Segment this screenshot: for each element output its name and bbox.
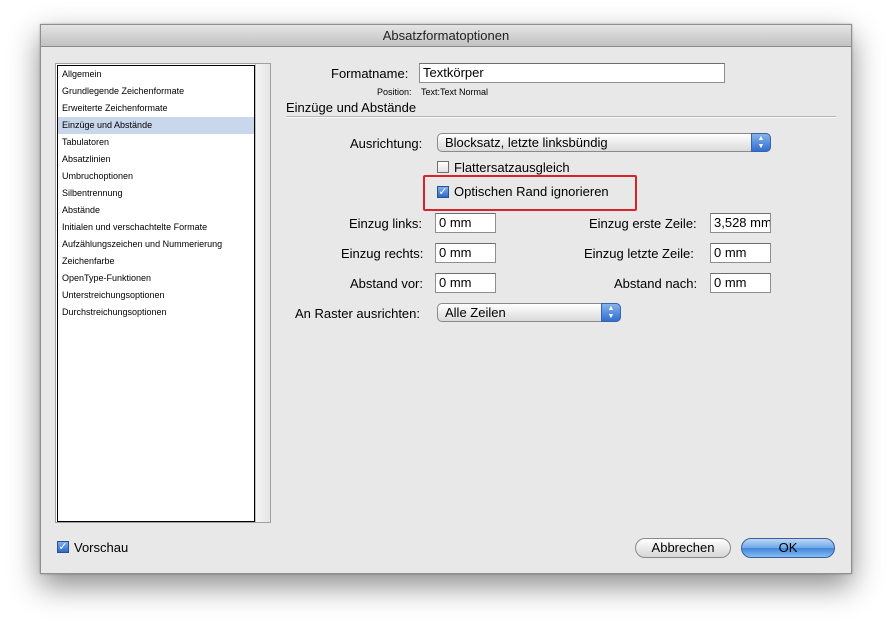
grid-align-label: An Raster ausrichten: — [295, 306, 421, 321]
format-name-input[interactable]: Textkörper — [419, 63, 725, 83]
indent-left-label: Einzug links: — [349, 216, 422, 231]
sidebar-item-zeichenfarbe[interactable]: Zeichenfarbe — [58, 253, 254, 270]
alignment-select[interactable]: Blocksatz, letzte linksbündig ▲ ▼ — [437, 133, 771, 152]
section-title: Einzüge und Abstände — [286, 100, 417, 115]
paragraph-style-options-dialog: Absatzformatoptionen Allgemein Grundlege… — [40, 24, 852, 574]
first-line-indent-input[interactable]: 3,528 mm — [710, 213, 771, 233]
sidebar-item-erweiterte-zeichenformate[interactable]: Erweiterte Zeichenformate — [58, 100, 254, 117]
sidebar-item-unterstreichungsoptionen[interactable]: Unterstreichungsoptionen — [58, 287, 254, 304]
sidebar-item-einzuege-und-abstaende[interactable]: Einzüge und Abstände — [58, 117, 254, 134]
sidebar-item-durchstreichungsoptionen[interactable]: Durchstreichungsoptionen — [58, 304, 254, 321]
space-before-input[interactable]: 0 mm — [435, 273, 496, 293]
cancel-button[interactable]: Abbrechen — [635, 538, 731, 558]
optical-margin-checkbox[interactable]: ✓ — [437, 186, 449, 198]
sidebar-item-allgemein[interactable]: Allgemein — [58, 66, 254, 83]
category-list[interactable]: Allgemein Grundlegende Zeichenformate Er… — [57, 65, 255, 522]
sidebar-item-absatzlinien[interactable]: Absatzlinien — [58, 151, 254, 168]
sidebar-item-aufzaehlungszeichen[interactable]: Aufzählungszeichen und Nummerierung — [58, 236, 254, 253]
position-label: Position: — [377, 87, 412, 97]
sidebar-item-umbruchoptionen[interactable]: Umbruchoptionen — [58, 168, 254, 185]
indent-left-input[interactable]: 0 mm — [435, 213, 496, 233]
first-line-indent-label: Einzug erste Zeile: — [589, 216, 697, 231]
preview-checkbox[interactable]: ✓ — [57, 541, 69, 553]
sidebar-item-opentype-funktionen[interactable]: OpenType-Funktionen — [58, 270, 254, 287]
sidebar: Allgemein Grundlegende Zeichenformate Er… — [55, 63, 271, 523]
sidebar-item-tabulatoren[interactable]: Tabulatoren — [58, 134, 254, 151]
sidebar-item-grundlegende-zeichenformate[interactable]: Grundlegende Zeichenformate — [58, 83, 254, 100]
preview-label: Vorschau — [74, 540, 129, 555]
flattersatz-checkbox[interactable] — [437, 161, 449, 173]
popup-arrows-icon: ▲ ▼ — [751, 133, 771, 152]
space-before-label: Abstand vor: — [350, 276, 423, 291]
space-after-label: Abstand nach: — [614, 276, 698, 291]
popup-arrows-icon: ▲ ▼ — [601, 303, 621, 322]
window-title: Absatzformatoptionen — [41, 25, 851, 47]
sidebar-item-silbentrennung[interactable]: Silbentrennung — [58, 185, 254, 202]
ok-button[interactable]: OK — [741, 538, 835, 558]
alignment-label: Ausrichtung: — [350, 136, 423, 151]
indent-right-label: Einzug rechts: — [341, 246, 424, 261]
indent-right-input[interactable]: 0 mm — [435, 243, 496, 263]
grid-align-value: Alle Zeilen — [445, 305, 506, 320]
checkmark-icon: ✓ — [438, 186, 448, 198]
checkmark-icon: ✓ — [58, 541, 68, 553]
flattersatz-label: Flattersatzausgleich — [454, 160, 570, 175]
last-line-indent-label: Einzug letzte Zeile: — [584, 246, 694, 261]
sidebar-scrollbar[interactable] — [255, 64, 270, 522]
format-name-label: Formatname: — [331, 66, 409, 81]
sidebar-item-abstaende[interactable]: Abstände — [58, 202, 254, 219]
position-value: Text:Text Normal — [421, 87, 489, 97]
section-divider — [286, 116, 836, 118]
last-line-indent-input[interactable]: 0 mm — [710, 243, 771, 263]
sidebar-item-initialen[interactable]: Initialen und verschachtelte Formate — [58, 219, 254, 236]
space-after-input[interactable]: 0 mm — [710, 273, 771, 293]
grid-align-select[interactable]: Alle Zeilen ▲ ▼ — [437, 303, 621, 322]
optical-margin-label: Optischen Rand ignorieren — [454, 184, 609, 199]
alignment-value: Blocksatz, letzte linksbündig — [445, 135, 608, 150]
